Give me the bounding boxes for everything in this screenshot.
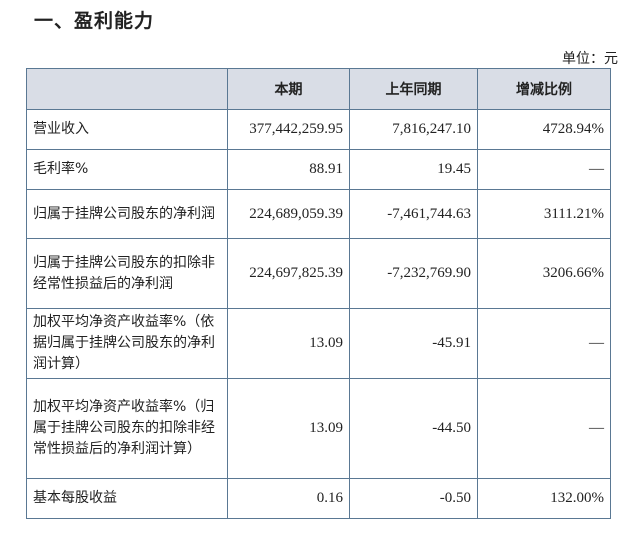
row-prior-value: -7,232,769.90: [349, 238, 478, 309]
row-item-label: 归属于挂牌公司股东的扣除非经常性损益后的净利润: [26, 238, 228, 309]
table-row: 毛利率% 88.91 19.45 —: [26, 149, 611, 190]
table-header-row: 本期 上年同期 增减比例: [26, 68, 611, 110]
row-item-label: 加权平均净资产收益率%（归属于挂牌公司股东的扣除非经常性损益后的净利润计算）: [26, 378, 228, 479]
header-prior-period: 上年同期: [349, 68, 478, 110]
row-current-value: 13.09: [227, 308, 350, 379]
row-current-value: 13.09: [227, 378, 350, 479]
unit-label: 单位：元: [562, 51, 618, 67]
row-prior-value: -45.91: [349, 308, 478, 379]
header-current-period: 本期: [227, 68, 350, 110]
row-current-value: 377,442,259.95: [227, 109, 350, 150]
row-prior-value: -0.50: [349, 478, 478, 519]
row-change-value: —: [477, 308, 611, 379]
row-change-value: —: [477, 378, 611, 479]
profitability-table: 本期 上年同期 增减比例 营业收入 377,442,259.95 7,816,2…: [26, 68, 611, 519]
row-item-label: 营业收入: [26, 109, 228, 150]
row-item-label: 毛利率%: [26, 149, 228, 190]
row-item-label: 归属于挂牌公司股东的净利润: [26, 189, 228, 239]
row-prior-value: 7,816,247.10: [349, 109, 478, 150]
row-prior-value: 19.45: [349, 149, 478, 190]
table-row: 归属于挂牌公司股东的扣除非经常性损益后的净利润 224,697,825.39 -…: [26, 238, 611, 309]
table-row: 归属于挂牌公司股东的净利润 224,689,059.39 -7,461,744.…: [26, 189, 611, 239]
row-change-value: 3111.21%: [477, 189, 611, 239]
row-change-value: 3206.66%: [477, 238, 611, 309]
row-item-label: 加权平均净资产收益率%（依据归属于挂牌公司股东的净利润计算）: [26, 308, 228, 379]
row-prior-value: -44.50: [349, 378, 478, 479]
row-current-value: 88.91: [227, 149, 350, 190]
header-item: [26, 68, 228, 110]
row-item-label: 基本每股收益: [26, 478, 228, 519]
table-row: 基本每股收益 0.16 -0.50 132.00%: [26, 478, 611, 519]
section-title: 一、盈利能力: [34, 10, 155, 32]
row-change-value: 4728.94%: [477, 109, 611, 150]
table-row: 营业收入 377,442,259.95 7,816,247.10 4728.94…: [26, 109, 611, 150]
row-prior-value: -7,461,744.63: [349, 189, 478, 239]
row-current-value: 224,697,825.39: [227, 238, 350, 309]
row-change-value: —: [477, 149, 611, 190]
header-change-ratio: 增减比例: [477, 68, 611, 110]
row-current-value: 224,689,059.39: [227, 189, 350, 239]
row-current-value: 0.16: [227, 478, 350, 519]
row-change-value: 132.00%: [477, 478, 611, 519]
table-row: 加权平均净资产收益率%（依据归属于挂牌公司股东的净利润计算） 13.09 -45…: [26, 308, 611, 379]
table-row: 加权平均净资产收益率%（归属于挂牌公司股东的扣除非经常性损益后的净利润计算） 1…: [26, 378, 611, 479]
